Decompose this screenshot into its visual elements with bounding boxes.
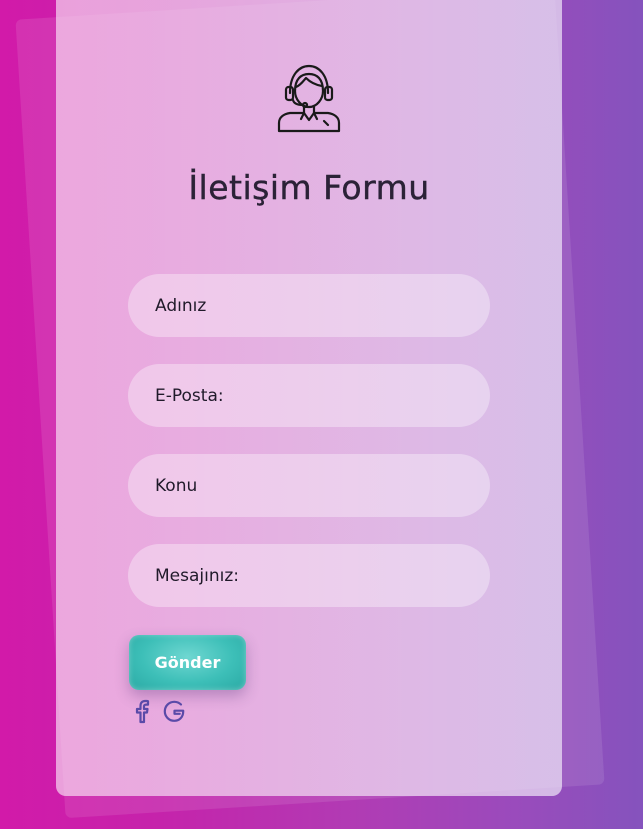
- subject-field[interactable]: [128, 454, 490, 517]
- message-field[interactable]: [128, 544, 490, 607]
- customer-support-agent-icon: [277, 64, 341, 133]
- facebook-icon[interactable]: [130, 697, 158, 725]
- email-field[interactable]: [128, 364, 490, 427]
- submit-button[interactable]: Gönder: [129, 635, 246, 690]
- google-icon[interactable]: [160, 697, 188, 725]
- name-field[interactable]: [128, 274, 490, 337]
- page-title: İletişim Formu: [188, 168, 430, 207]
